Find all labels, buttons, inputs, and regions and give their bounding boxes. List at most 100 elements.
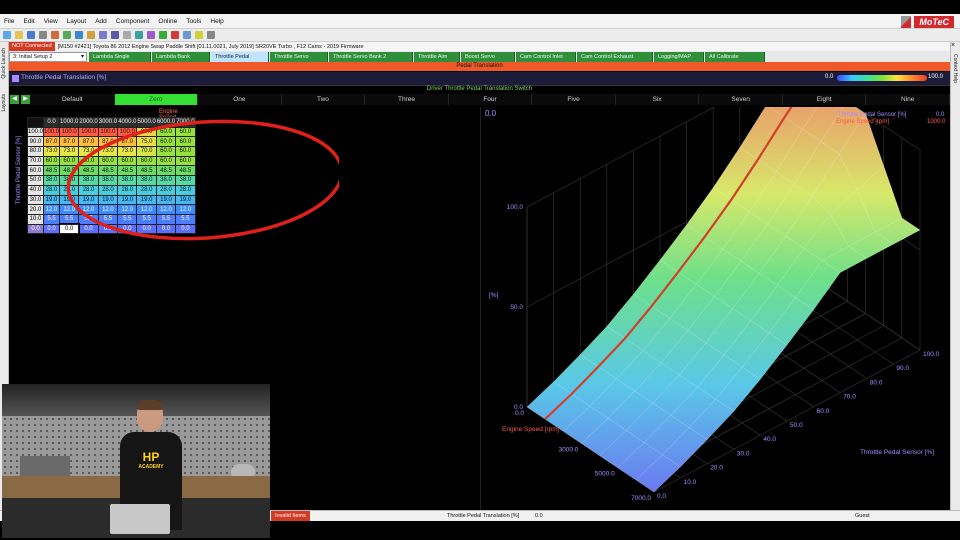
- table-cell[interactable]: 60.0: [175, 136, 196, 148]
- table-cell[interactable]: 19.0: [97, 194, 119, 206]
- table-cell[interactable]: 28.0: [97, 184, 119, 196]
- table-cell[interactable]: 87.0: [97, 136, 119, 148]
- table-cell[interactable]: 12.0: [78, 204, 99, 215]
- table-cell[interactable]: 60.0: [155, 155, 177, 167]
- table-cell[interactable]: 48.5: [97, 165, 119, 177]
- table-cell[interactable]: 38.0: [78, 175, 99, 186]
- table-cell[interactable]: 19.0: [78, 194, 99, 206]
- green-icon[interactable]: [159, 31, 167, 39]
- table-cell[interactable]: 100.0: [43, 126, 61, 138]
- menu-edit[interactable]: Edit: [23, 18, 34, 25]
- table-cell[interactable]: 73.0: [43, 146, 61, 157]
- tab-all-calibrate[interactable]: All Calibrate: [705, 51, 765, 62]
- table-cell[interactable]: 75.0: [136, 136, 157, 148]
- table-cell[interactable]: 60.0: [97, 155, 119, 167]
- tab-throttle-aim[interactable]: Throttle Aim: [414, 51, 460, 62]
- switch-option-nine[interactable]: Nine: [866, 94, 951, 105]
- new-icon[interactable]: [3, 31, 11, 39]
- switch-option-zero[interactable]: Zero: [114, 94, 199, 105]
- save-icon[interactable]: [27, 31, 35, 39]
- table-cell[interactable]: 0.0: [136, 223, 157, 235]
- tab-throttle-servo[interactable]: Throttle Servo: [270, 51, 328, 62]
- print-icon[interactable]: [39, 31, 47, 39]
- table-cell[interactable]: 100.0: [97, 126, 119, 138]
- table-cell[interactable]: 5.5: [78, 213, 99, 225]
- table-cell[interactable]: 87.0: [43, 136, 61, 148]
- table-cell[interactable]: 12.0: [43, 204, 61, 215]
- table-cell[interactable]: 0.0: [97, 223, 119, 235]
- table-cell[interactable]: 48.5: [43, 165, 61, 177]
- table-cell[interactable]: 12.0: [175, 204, 196, 215]
- next-icon[interactable]: ▶: [21, 95, 30, 104]
- table-cell[interactable]: 0.0: [58, 223, 80, 235]
- table-cell[interactable]: 5.5: [117, 213, 138, 225]
- tab-throttle-servo-bank-2[interactable]: Throttle Servo Bank 2: [329, 51, 413, 62]
- quick-launch-tab[interactable]: Quick Launch: [1, 48, 7, 79]
- table-cell[interactable]: 60.0: [175, 155, 196, 167]
- undo-icon[interactable]: [111, 31, 119, 39]
- table-cell[interactable]: 60.0: [155, 146, 177, 157]
- table-cell[interactable]: 28.0: [155, 184, 177, 196]
- tab-lambda-single[interactable]: Lambda Single: [89, 51, 151, 62]
- table-cell[interactable]: 100.0: [117, 126, 138, 138]
- connection-badge[interactable]: NOT Connected: [9, 42, 55, 51]
- table-cell[interactable]: 60.0: [59, 155, 80, 167]
- table-cell[interactable]: 19.0: [43, 194, 61, 206]
- switch-option-six[interactable]: Six: [616, 94, 700, 105]
- table-cell[interactable]: 87.0: [117, 136, 138, 148]
- table-cell[interactable]: 38.0: [43, 175, 61, 186]
- table-cell[interactable]: 38.0: [175, 175, 196, 186]
- menu-file[interactable]: File: [4, 18, 14, 25]
- table-cell[interactable]: 80.0: [136, 126, 157, 138]
- connect-icon[interactable]: [63, 31, 71, 39]
- table-cell[interactable]: 0.0: [117, 223, 138, 235]
- layouts-tab[interactable]: Layouts: [1, 94, 7, 112]
- table-cell[interactable]: 12.0: [155, 204, 177, 215]
- table-cell[interactable]: 5.5: [59, 213, 80, 225]
- table-icon[interactable]: [135, 31, 143, 39]
- table-column-header[interactable]: 2000.0: [78, 117, 99, 128]
- table-cell[interactable]: 38.0: [155, 175, 177, 186]
- table-row-header[interactable]: 0.0: [26, 223, 45, 235]
- upload-icon[interactable]: [75, 31, 83, 39]
- table-cell[interactable]: 0.0: [43, 223, 61, 235]
- redo-icon[interactable]: [123, 31, 131, 39]
- table-cell[interactable]: 73.0: [117, 146, 138, 157]
- table-cell[interactable]: 12.0: [117, 204, 138, 215]
- menu-help[interactable]: Help: [210, 18, 223, 25]
- setup-select[interactable]: 3: Initial Setup 2: [9, 51, 87, 62]
- table-cell[interactable]: 28.0: [43, 184, 61, 196]
- menu-component[interactable]: Component: [116, 18, 150, 25]
- table-cell[interactable]: 48.5: [59, 165, 80, 177]
- table-cell[interactable]: 60.0: [117, 155, 138, 167]
- table-cell[interactable]: 28.0: [136, 184, 157, 196]
- table-cell[interactable]: 48.5: [155, 165, 177, 177]
- table-cell[interactable]: 28.0: [175, 184, 196, 196]
- table-column-header[interactable]: 5000.0: [136, 117, 157, 128]
- open-icon[interactable]: [15, 31, 23, 39]
- tab-boost-servo[interactable]: Boost Servo: [461, 51, 515, 62]
- table-cell[interactable]: 12.0: [136, 204, 157, 215]
- switch-option-default[interactable]: Default: [31, 94, 115, 105]
- table-cell[interactable]: 28.0: [78, 184, 99, 196]
- table-cell[interactable]: 0.0: [175, 223, 196, 235]
- tab-cam-control-inlet[interactable]: Cam Control Inlet: [516, 51, 576, 62]
- table-cell[interactable]: 87.0: [59, 136, 80, 148]
- table-cell[interactable]: 60.0: [43, 155, 61, 167]
- table-cell[interactable]: 19.0: [175, 194, 196, 206]
- table-cell[interactable]: 48.5: [175, 165, 196, 177]
- switch-option-two[interactable]: Two: [282, 94, 366, 105]
- tab-cam-control-exhaust[interactable]: Cam Control Exhaust: [577, 51, 653, 62]
- table-cell[interactable]: 60.0: [136, 155, 157, 167]
- table-cell[interactable]: 60.0: [155, 136, 177, 148]
- table-cell[interactable]: 100.0: [59, 126, 80, 138]
- table-row-header[interactable]: 80.0: [26, 146, 45, 157]
- table-row-header[interactable]: 20.0: [26, 204, 45, 215]
- table-cell[interactable]: 100.0: [78, 126, 99, 138]
- table-column-header[interactable]: 1000.0: [59, 117, 80, 128]
- table-cell[interactable]: 38.0: [97, 175, 119, 186]
- settings-icon[interactable]: [207, 31, 215, 39]
- table-cell[interactable]: 5.5: [155, 213, 177, 225]
- table-row-header[interactable]: 10.0: [26, 213, 45, 225]
- previous-icon[interactable]: ◀: [10, 95, 19, 104]
